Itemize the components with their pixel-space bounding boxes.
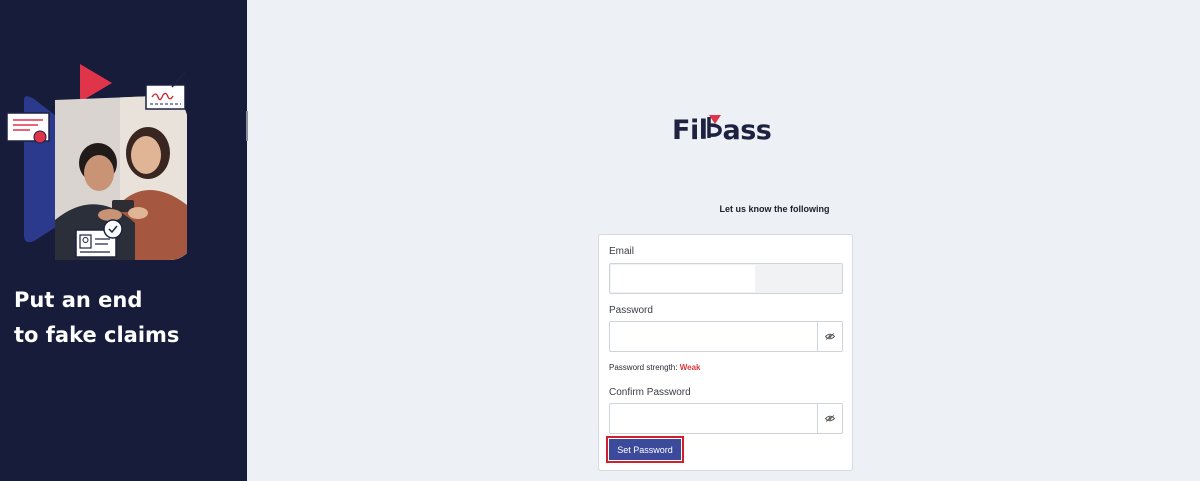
- set-password-button-focus-ring: Set Password: [606, 436, 684, 463]
- hero-illustration: [6, 64, 187, 260]
- confirm-password-field-box: [609, 403, 843, 434]
- form-subtitle: Let us know the following: [719, 204, 830, 214]
- password-strength: Password strength: Weak: [609, 363, 700, 372]
- tagline-line-1: Put an end: [14, 288, 143, 312]
- email-input[interactable]: [611, 265, 841, 292]
- filpass-logo: Fil ass: [672, 113, 772, 149]
- toggle-confirm-password-visibility-button[interactable]: [817, 404, 842, 433]
- toggle-password-visibility-button[interactable]: [817, 322, 842, 351]
- logo-text-suffix: ass: [722, 115, 772, 146]
- sidebar: Put an end to fake claims: [0, 0, 247, 481]
- set-password-button[interactable]: Set Password: [609, 439, 681, 460]
- tagline-line-2: to fake claims: [14, 323, 180, 347]
- password-input[interactable]: [611, 323, 816, 350]
- password-label: Password: [609, 305, 653, 316]
- logo-p-mark: [707, 113, 723, 139]
- signature-card-icon: [145, 71, 186, 110]
- password-strength-value: Weak: [679, 363, 701, 372]
- set-password-form: Email Password Password strength: Weak C…: [598, 234, 853, 471]
- confirm-password-label: Confirm Password: [609, 387, 691, 398]
- password-strength-label: Password strength:: [609, 363, 678, 372]
- eye-icon: [825, 333, 835, 340]
- play-icon: [80, 64, 112, 102]
- email-field-box: [609, 263, 843, 294]
- eye-icon: [825, 415, 835, 422]
- email-label: Email: [609, 246, 635, 257]
- password-field-box: [609, 321, 843, 352]
- main-panel: Fil ass Let us know the following Email …: [247, 0, 1200, 481]
- certificate-icon: [6, 112, 50, 144]
- tagline: Put an end to fake claims: [14, 283, 179, 353]
- logo-text-prefix: Fil: [672, 115, 708, 146]
- confirm-password-input[interactable]: [611, 405, 816, 432]
